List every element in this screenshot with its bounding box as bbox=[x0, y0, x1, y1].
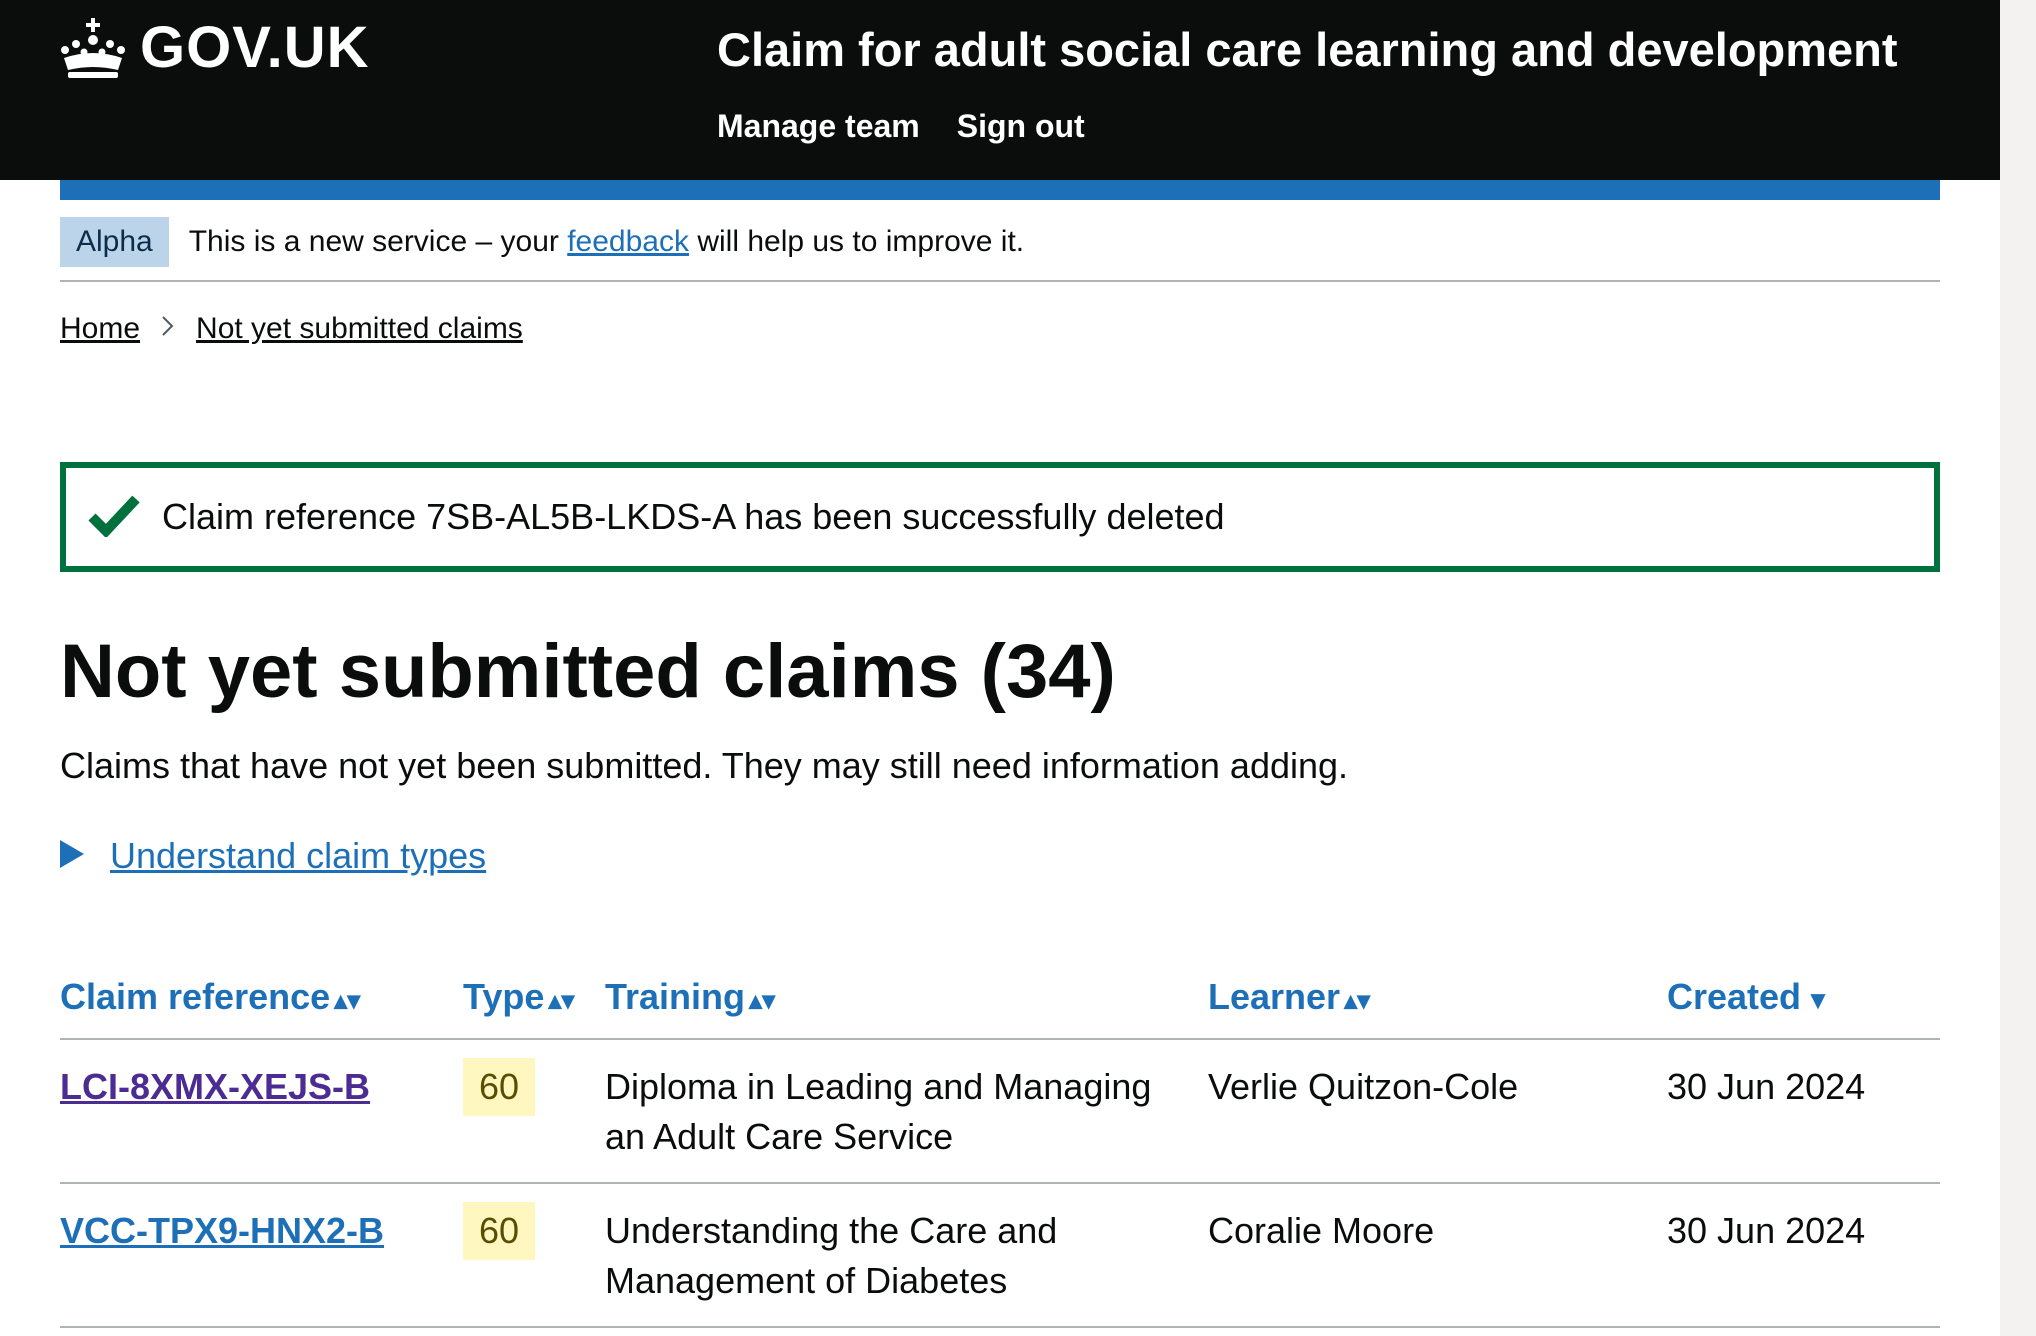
chevron-right-icon bbox=[160, 312, 176, 346]
details-summary-link[interactable]: Understand claim types bbox=[110, 835, 486, 877]
cell-claim-reference: VCC-TPX9-HNX2-B bbox=[60, 1183, 463, 1328]
phase-tag: Alpha bbox=[60, 217, 169, 267]
nav-manage-team[interactable]: Manage team bbox=[717, 108, 920, 145]
phase-divider bbox=[60, 280, 1940, 282]
column-header-created[interactable]: Created ▼ bbox=[1667, 968, 1940, 1040]
nav-sign-out[interactable]: Sign out bbox=[957, 108, 1085, 145]
phase-text-after: will help us to improve it. bbox=[697, 225, 1025, 258]
logo-text: GOV.UK bbox=[140, 15, 370, 80]
table-header-row: Claim reference ▴▾ Type ▴▾ Training ▴▾ Lear… bbox=[60, 968, 1940, 1040]
triangle-right-icon[interactable] bbox=[60, 839, 84, 873]
header-navigation: Manage team Sign out bbox=[717, 108, 1085, 145]
column-header-type[interactable]: Type ▴▾ bbox=[463, 968, 605, 1040]
cell-learner: Verlie Quitzon-Cole bbox=[1208, 1039, 1667, 1184]
type-tag: 60 bbox=[463, 1058, 536, 1116]
page-gutter bbox=[2000, 0, 2036, 1336]
sort-descending-icon[interactable]: ▼ bbox=[1805, 985, 1831, 1015]
header-label[interactable]: Claim reference bbox=[60, 976, 330, 1017]
breadcrumb-not-yet-submitted[interactable]: Not yet submitted claims bbox=[196, 312, 523, 346]
cell-learner: Coralie Moore bbox=[1208, 1183, 1667, 1328]
phase-text: This is a new service – your feedback wi… bbox=[189, 225, 1024, 259]
cell-claim-reference: LCI-8XMX-XEJS-B bbox=[60, 1039, 463, 1184]
checkmark-icon bbox=[88, 493, 140, 542]
crown-icon bbox=[61, 17, 125, 78]
header-label[interactable]: Training bbox=[605, 976, 745, 1017]
details-claim-types[interactable]: Understand claim types bbox=[60, 835, 486, 877]
header-label[interactable]: Type bbox=[463, 976, 544, 1017]
cell-training: Understanding the Care and Management of… bbox=[605, 1183, 1208, 1328]
service-name[interactable]: Claim for adult social care learning and… bbox=[717, 22, 1898, 77]
column-header-learner[interactable]: Learner ▴▾ bbox=[1208, 968, 1667, 1040]
sort-both-icon[interactable]: ▴▾ bbox=[1344, 985, 1370, 1015]
site-header: GOV.UK Claim for adult social care learn… bbox=[0, 0, 2000, 180]
breadcrumb-home[interactable]: Home bbox=[60, 312, 140, 346]
claim-reference-link[interactable]: VCC-TPX9-HNX2-B bbox=[60, 1210, 384, 1251]
type-tag: 60 bbox=[463, 1202, 536, 1260]
page-title: Not yet submitted claims (34) bbox=[60, 629, 1116, 714]
sort-both-icon[interactable]: ▴▾ bbox=[548, 985, 574, 1015]
sort-both-icon[interactable]: ▴▾ bbox=[334, 985, 360, 1015]
phase-banner: Alpha This is a new service – your feedb… bbox=[60, 217, 1024, 267]
cell-type: 60 bbox=[463, 1183, 605, 1328]
cell-type: 60 bbox=[463, 1039, 605, 1184]
success-notification: Claim reference 7SB-AL5B-LKDS-A has been… bbox=[60, 462, 1940, 572]
table-row: LCI-8XMX-XEJS-B 60 Diploma in Leading an… bbox=[60, 1039, 1940, 1184]
page-description: Claims that have not yet been submitted.… bbox=[60, 745, 1349, 786]
table-row: VCC-TPX9-HNX2-B 60 Understanding the Car… bbox=[60, 1183, 1940, 1328]
claim-reference-link[interactable]: LCI-8XMX-XEJS-B bbox=[60, 1066, 370, 1107]
feedback-link[interactable]: feedback bbox=[567, 225, 689, 258]
breadcrumb: Home Not yet submitted claims bbox=[60, 312, 523, 346]
header-label[interactable]: Created bbox=[1667, 976, 1801, 1017]
header-label[interactable]: Learner bbox=[1208, 976, 1340, 1017]
cell-training: Diploma in Leading and Managing an Adult… bbox=[605, 1039, 1208, 1184]
phase-text-before: This is a new service – your bbox=[188, 225, 559, 258]
claims-table: Claim reference ▴▾ Type ▴▾ Training ▴▾ Lear… bbox=[60, 968, 1940, 1328]
cell-created: 30 Jun 2024 bbox=[1667, 1183, 1940, 1328]
column-header-training[interactable]: Training ▴▾ bbox=[605, 968, 1208, 1040]
cell-created: 30 Jun 2024 bbox=[1667, 1039, 1940, 1184]
govuk-logo[interactable]: GOV.UK bbox=[60, 14, 369, 81]
column-header-claim-reference[interactable]: Claim reference ▴▾ bbox=[60, 968, 463, 1040]
header-blue-bar bbox=[60, 180, 1940, 200]
sort-both-icon[interactable]: ▴▾ bbox=[749, 985, 775, 1015]
notification-message: Claim reference 7SB-AL5B-LKDS-A has been… bbox=[162, 496, 1225, 537]
